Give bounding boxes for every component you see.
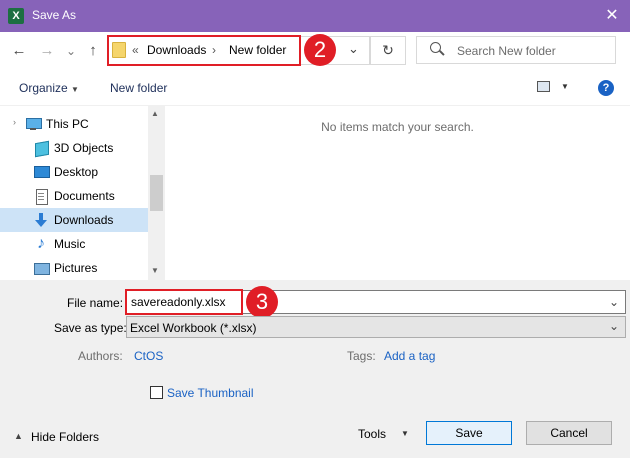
tools-menu-button[interactable]: Tools bbox=[358, 427, 386, 441]
window-title: Save As bbox=[32, 8, 77, 22]
sidebar-item-label: This PC bbox=[46, 117, 89, 131]
tags-label: Tags: bbox=[347, 349, 376, 363]
title-bar bbox=[0, 0, 630, 32]
sidebar-item-3d-objects[interactable]: 3D Objects bbox=[0, 136, 148, 160]
sidebar-item-this-pc[interactable]: This PC bbox=[0, 112, 148, 136]
excel-icon: X bbox=[8, 8, 24, 24]
authors-label: Authors: bbox=[78, 349, 123, 363]
sidebar-item-label: Desktop bbox=[54, 165, 99, 179]
command-toolbar bbox=[0, 70, 630, 106]
sidebar-item-label: Downloads bbox=[54, 213, 114, 227]
breadcrumb-new-folder[interactable]: New folder bbox=[229, 43, 286, 57]
sidebar-item-desktop[interactable]: Desktop bbox=[0, 160, 148, 184]
folder-icon bbox=[112, 42, 126, 58]
cube-icon bbox=[33, 140, 49, 158]
save-as-type-chevron-icon[interactable]: ⌄ bbox=[609, 319, 619, 333]
sidebar-item-pictures[interactable]: Pictures bbox=[0, 256, 148, 280]
save-as-type-label: Save as type: bbox=[54, 321, 127, 335]
file-name-label: File name: bbox=[67, 296, 124, 310]
save-thumbnail-checkbox[interactable] bbox=[150, 386, 163, 399]
hide-folders-button[interactable]: Hide Folders bbox=[31, 430, 99, 444]
tools-dropdown-arrow-icon[interactable]: ▼ bbox=[401, 429, 409, 438]
authors-value[interactable]: CtOS bbox=[134, 349, 163, 363]
search-placeholder[interactable]: Search New folder bbox=[457, 44, 556, 58]
sidebar-item-music[interactable]: ♪ Music bbox=[0, 232, 148, 256]
hide-folders-chevron-icon[interactable]: ▲ bbox=[14, 431, 23, 441]
sidebar-item-documents[interactable]: Documents bbox=[0, 184, 148, 208]
breadcrumb-prefix[interactable]: « bbox=[132, 43, 139, 57]
view-options-arrow-icon[interactable]: ▼ bbox=[561, 82, 569, 91]
file-name-value[interactable]: savereadonly.xlsx bbox=[131, 295, 226, 309]
sidebar-item-label: Music bbox=[54, 237, 86, 251]
empty-message: No items match your search. bbox=[321, 120, 474, 134]
cancel-button[interactable]: Cancel bbox=[526, 421, 612, 445]
step-badge-3: 3 bbox=[246, 286, 278, 318]
file-name-dropdown-chevron-icon[interactable]: ⌄ bbox=[609, 295, 619, 309]
recent-locations-chevron-icon[interactable]: ⌄ bbox=[60, 40, 82, 62]
save-as-type-value[interactable]: Excel Workbook (*.xlsx) bbox=[130, 321, 256, 335]
breadcrumb-downloads[interactable]: Downloads bbox=[147, 43, 206, 57]
sidebar-item-label: 3D Objects bbox=[54, 141, 114, 155]
close-icon[interactable]: ✕ bbox=[600, 4, 624, 28]
breadcrumb-separator: › bbox=[212, 43, 216, 57]
up-arrow-icon[interactable]: ↑ bbox=[82, 40, 104, 62]
document-icon bbox=[33, 188, 49, 205]
forward-arrow-icon[interactable]: → bbox=[36, 40, 58, 62]
save-thumbnail-label[interactable]: Save Thumbnail bbox=[167, 386, 254, 400]
music-note-icon: ♪ bbox=[37, 235, 45, 252]
scroll-down-arrow-icon[interactable]: ▼ bbox=[151, 266, 159, 275]
sidebar-item-label: Documents bbox=[54, 189, 115, 203]
organize-menu-button[interactable]: Organize ▼ bbox=[19, 81, 79, 95]
add-tag-link[interactable]: Add a tag bbox=[384, 349, 435, 363]
download-arrow-icon bbox=[33, 212, 49, 228]
change-view-icon[interactable] bbox=[537, 81, 550, 92]
scrollbar-thumb[interactable] bbox=[150, 175, 163, 211]
sidebar-item-downloads[interactable]: Downloads bbox=[0, 208, 148, 232]
refresh-icon[interactable]: ↻ bbox=[370, 36, 406, 65]
address-dropdown-chevron-icon[interactable]: ⌄ bbox=[348, 41, 359, 57]
new-folder-button[interactable]: New folder bbox=[110, 81, 167, 95]
desktop-icon bbox=[33, 164, 50, 180]
monitor-icon bbox=[25, 116, 42, 132]
picture-icon bbox=[33, 260, 50, 276]
save-button[interactable]: Save bbox=[426, 421, 512, 445]
help-icon[interactable]: ? bbox=[598, 80, 614, 96]
scroll-up-arrow-icon[interactable]: ▲ bbox=[151, 109, 159, 118]
step-badge-2: 2 bbox=[304, 34, 336, 66]
sidebar-item-label: Pictures bbox=[54, 261, 98, 275]
back-arrow-icon[interactable]: ← bbox=[8, 40, 30, 62]
